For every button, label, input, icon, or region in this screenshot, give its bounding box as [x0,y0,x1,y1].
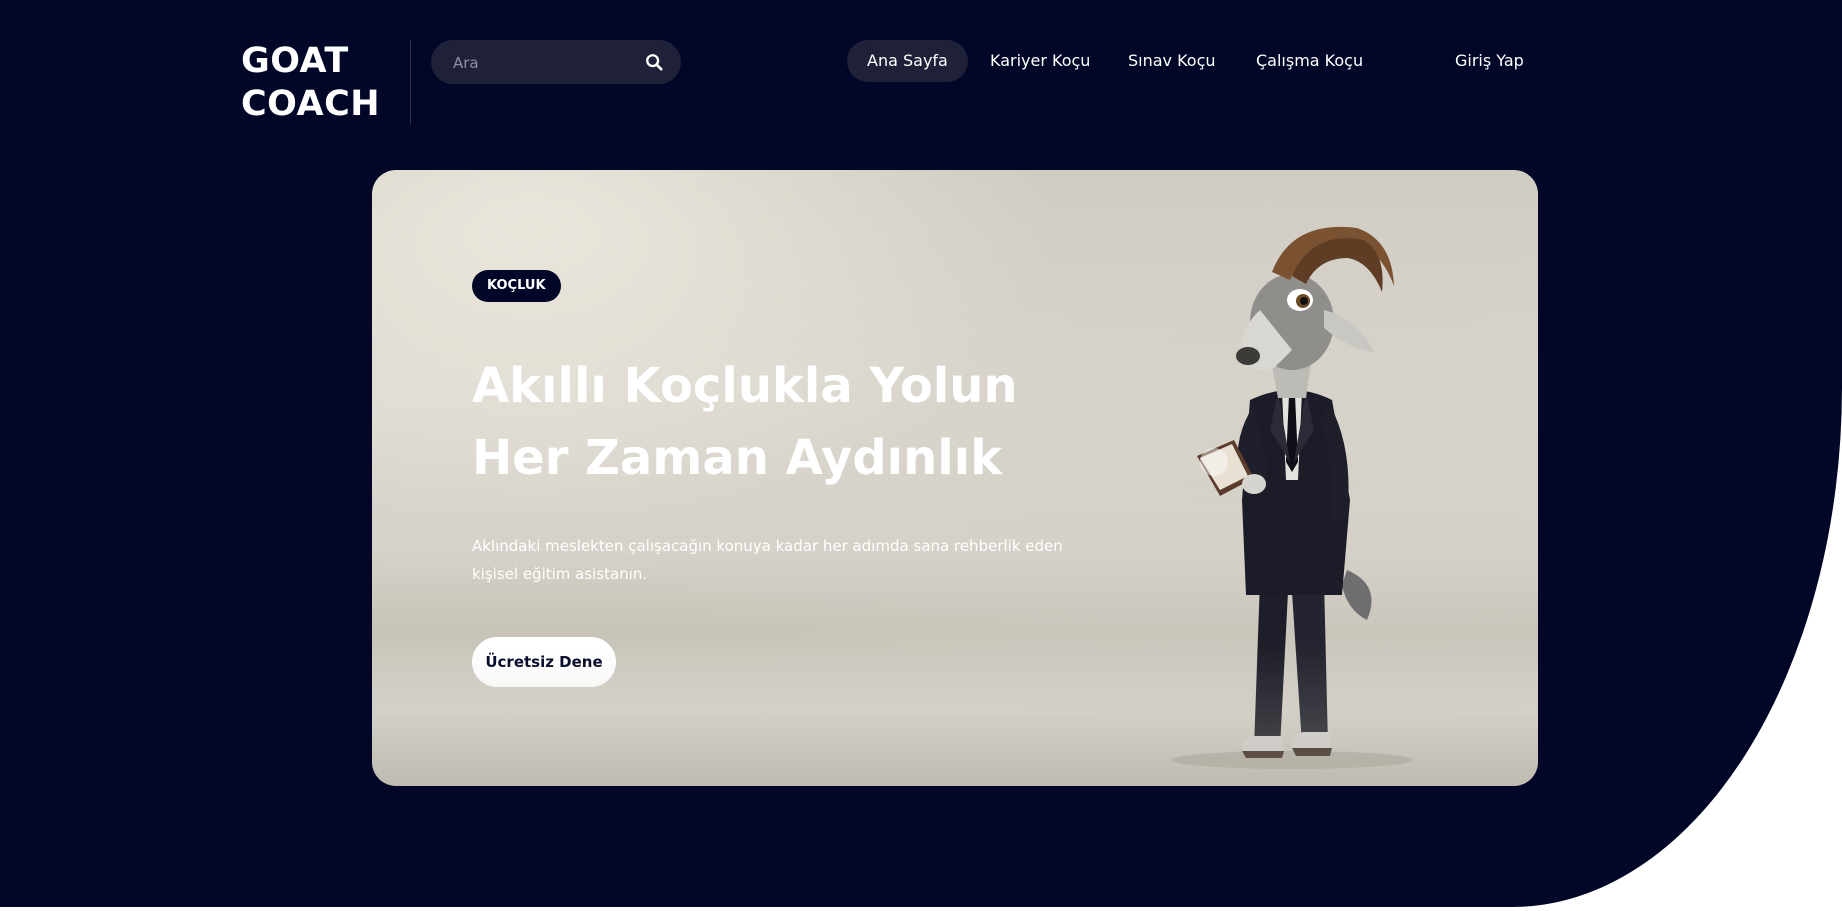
login-link[interactable]: Giriş Yap [1455,40,1524,82]
nav-item-calisma-kocu[interactable]: Çalışma Koçu [1256,40,1363,82]
hero-title-line-1: Akıllı Koçlukla Yolun [472,358,1018,414]
category-badge: KOÇLUK [472,270,561,302]
logo-line-1: GOAT [241,41,349,81]
free-trial-button[interactable]: Ücretsiz Dene [472,637,616,687]
logo[interactable]: GOAT COACH [241,40,380,126]
hero-banner: KOÇLUK Akıllı Koçlukla Yolun Her Zaman A… [372,170,1538,786]
header-divider [410,40,411,125]
nav-item-kariyer-kocu[interactable]: Kariyer Koçu [990,40,1090,82]
goat-illustration [1172,226,1412,769]
search-input[interactable] [451,40,645,86]
logo-line-2: COACH [241,84,381,124]
search-bar[interactable] [431,40,681,86]
nav-item-ana-sayfa[interactable]: Ana Sayfa [847,40,968,82]
hero-title: Akıllı Koçlukla Yolun Her Zaman Aydınlık [472,350,1072,494]
hero-description: Aklındaki meslekten çalışacağın konuya k… [472,537,1063,583]
search-icon[interactable] [645,53,663,71]
nav-item-sinav-kocu[interactable]: Sınav Koçu [1128,40,1216,82]
hero-title-line-2: Her Zaman Aydınlık [472,430,1003,486]
